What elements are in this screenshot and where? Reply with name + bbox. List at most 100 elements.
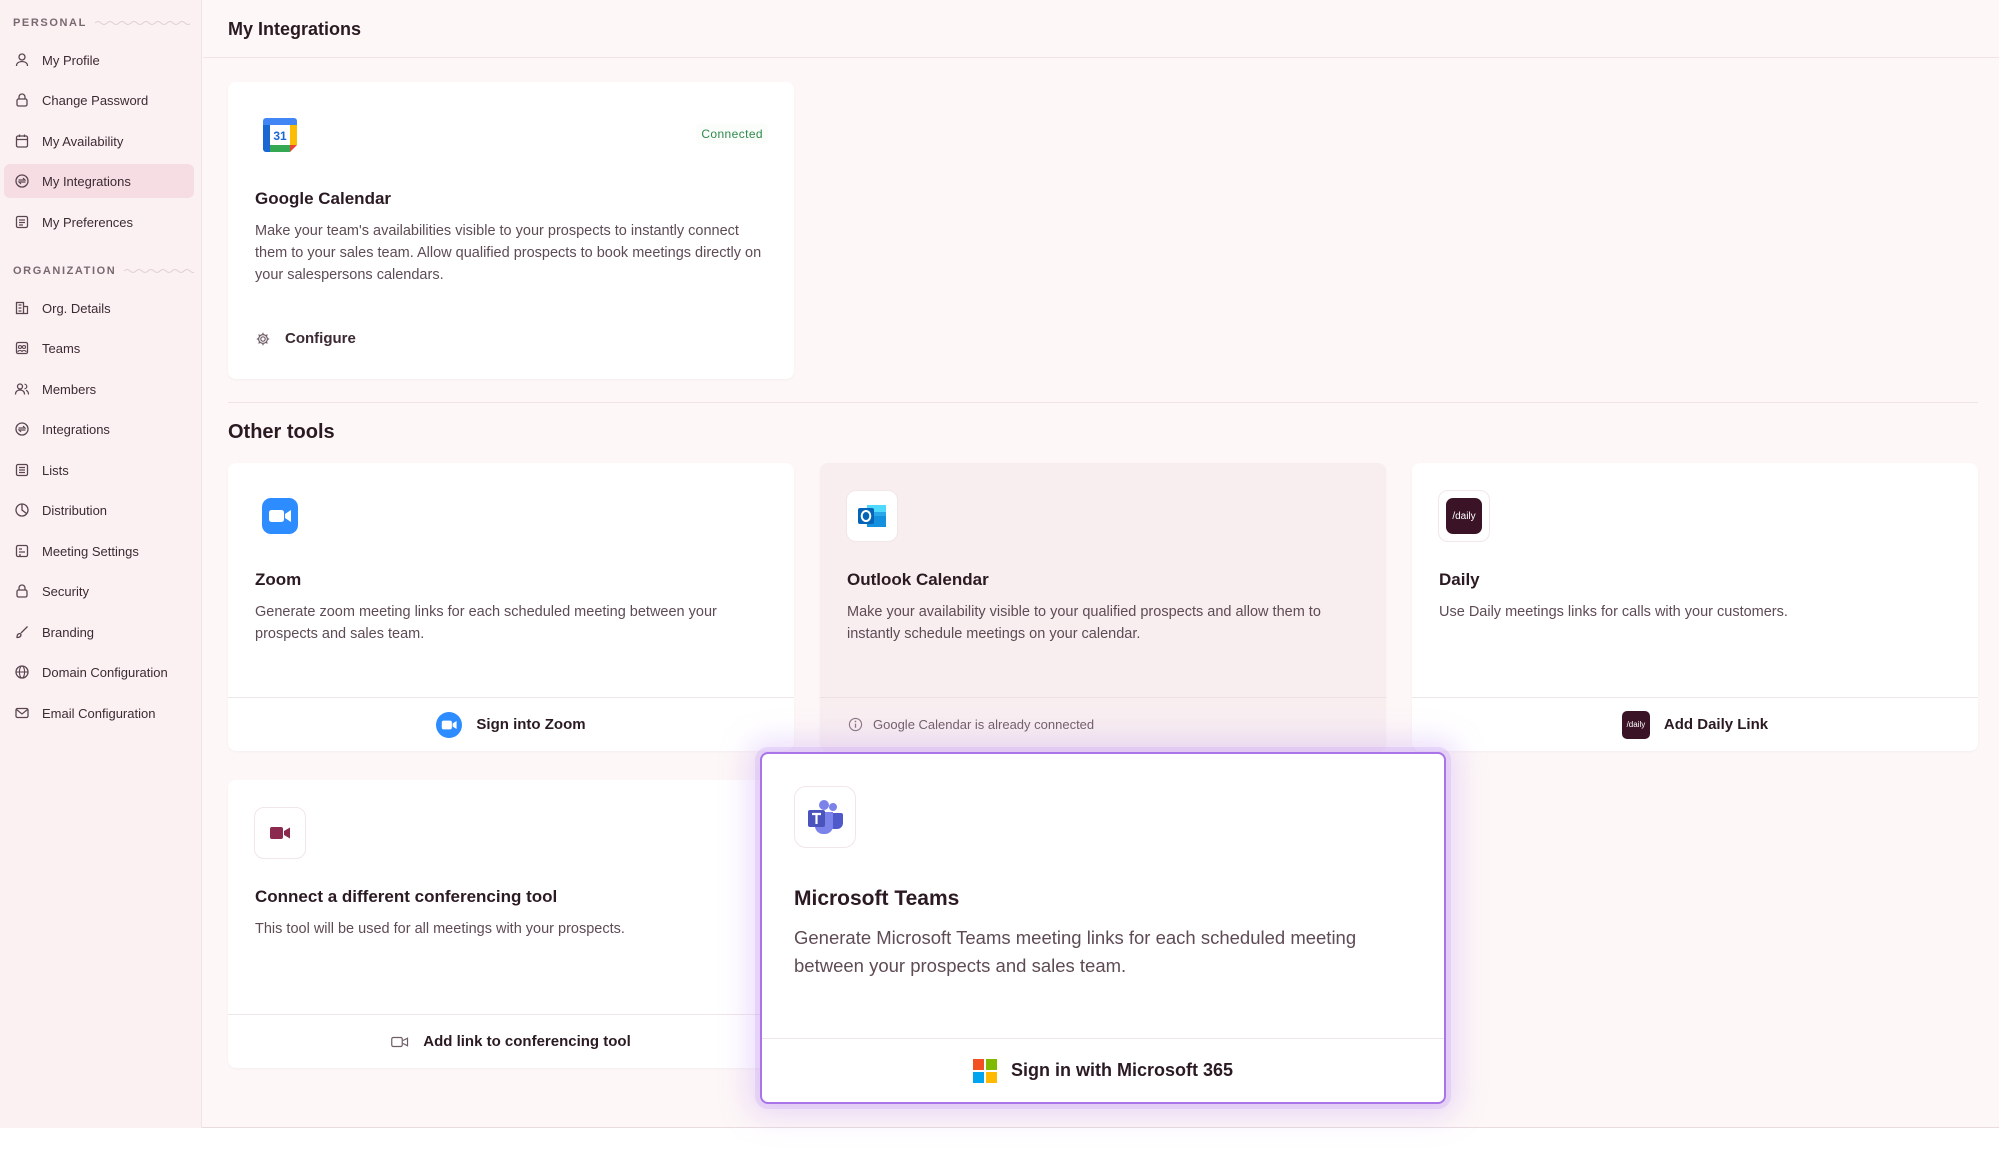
- daily-icon: /daily: [1438, 490, 1490, 542]
- card-title: Outlook Calendar: [847, 570, 989, 589]
- sidebar-item-my-integrations[interactable]: My Integrations: [4, 164, 194, 198]
- sidebar-item-change-password[interactable]: Change Password: [4, 83, 194, 117]
- video-camera-icon: [391, 1036, 409, 1047]
- organization-label: ORGANIZATION: [13, 265, 117, 277]
- card-title: Google Calendar: [255, 189, 392, 208]
- microsoft-teams-card: Microsoft Teams Generate Microsoft Teams…: [760, 752, 1446, 1104]
- page-header: My Integrations: [203, 0, 1999, 58]
- svg-text:31: 31: [273, 129, 287, 143]
- integrations-icon: [15, 174, 29, 188]
- members-icon: [14, 383, 30, 395]
- building-icon: [15, 301, 29, 315]
- video-camera-icon: [254, 807, 306, 859]
- sidebar-item-label: Lists: [42, 462, 69, 478]
- sidebar-item-my-availability[interactable]: My Availability: [4, 124, 194, 158]
- sidebar-item-security[interactable]: Security: [4, 574, 194, 608]
- gear-icon: [256, 332, 270, 345]
- sidebar-item-integrations[interactable]: Integrations: [4, 412, 194, 446]
- settings-icon: [15, 544, 29, 558]
- integrations-icon: [15, 422, 29, 436]
- sidebar-item-label: Org. Details: [42, 300, 111, 316]
- daily-card: /daily Daily Use Daily meetings links fo…: [1412, 463, 1978, 751]
- sidebar-item-email-configuration[interactable]: Email Configuration: [4, 696, 194, 730]
- microsoft-teams-icon: [794, 786, 856, 848]
- sidebar-item-label: Security: [42, 583, 89, 599]
- sidebar-item-my-profile[interactable]: My Profile: [4, 43, 194, 77]
- configure-button[interactable]: Configure: [255, 330, 356, 347]
- sign-in-microsoft-365-label: Sign in with Microsoft 365: [1010, 1060, 1234, 1080]
- brush-icon: [16, 626, 28, 639]
- outlook-calendar-card: Outlook Calendar Make your availability …: [820, 463, 1386, 751]
- sidebar-item-label: My Availability: [42, 133, 124, 149]
- teams-icon: [15, 341, 29, 355]
- user-icon: [15, 53, 29, 67]
- add-conferencing-link-label: Add link to conferencing tool: [423, 1033, 631, 1050]
- calendar-icon: [15, 134, 29, 148]
- add-daily-link-button[interactable]: /daily Add Daily Link: [1412, 697, 1978, 751]
- sign-into-zoom-label: Sign into Zoom: [476, 716, 586, 733]
- sidebar-item-label: My Preferences: [42, 214, 134, 230]
- card-title: Microsoft Teams: [794, 887, 960, 910]
- sidebar-item-label: Teams: [42, 340, 81, 356]
- sidebar-item-label: Change Password: [42, 92, 149, 108]
- section-label-organization: ORGANIZATION: [13, 265, 195, 277]
- lock-icon: [16, 584, 28, 598]
- section-divider: [228, 402, 1978, 403]
- card-description: Generate zoom meeting links for each sch…: [255, 604, 717, 642]
- list-icon: [15, 463, 29, 477]
- connected-badge: Connected: [696, 124, 768, 144]
- card-description: Make your availability visible to your q…: [847, 604, 1321, 642]
- page-title: My Integrations: [228, 19, 362, 39]
- sidebar-item-members[interactable]: Members: [4, 372, 194, 406]
- card-title: Connect a different conferencing tool: [255, 887, 558, 906]
- sign-into-zoom-button[interactable]: Sign into Zoom: [228, 697, 794, 751]
- card-description: Use Daily meetings links for calls with …: [1439, 604, 1788, 620]
- sign-in-microsoft-365-button[interactable]: Sign in with Microsoft 365: [762, 1038, 1444, 1102]
- mail-icon: [15, 707, 29, 719]
- sidebar-item-label: Distribution: [42, 502, 108, 518]
- sidebar: PERSONAL My Profile Change Password My A…: [0, 0, 202, 1128]
- card-description: Make your team's availabilities visible …: [255, 223, 762, 283]
- section-label-personal: PERSONAL: [13, 17, 190, 29]
- microsoft-logo-icon: [972, 1058, 997, 1083]
- globe-icon: [15, 665, 29, 679]
- daily-icon: /daily: [1621, 710, 1650, 739]
- lock-icon: [16, 93, 28, 107]
- sidebar-item-label: Branding: [42, 624, 95, 640]
- wave-decoration-icon: [94, 21, 190, 25]
- sidebar-item-teams[interactable]: Teams: [4, 331, 194, 365]
- other-tools-title: Other tools: [228, 421, 335, 443]
- configure-label: Configure: [285, 330, 356, 347]
- sidebar-item-label: My Profile: [42, 52, 100, 68]
- sidebar-item-domain-configuration[interactable]: Domain Configuration: [4, 655, 194, 689]
- outlook-icon: [846, 490, 898, 542]
- sidebar-item-distribution[interactable]: Distribution: [4, 493, 194, 527]
- google-calendar-card: 31 Connected Google Calendar Make your t…: [228, 82, 794, 379]
- add-daily-link-label: Add Daily Link: [1663, 716, 1769, 733]
- sidebar-item-my-preferences[interactable]: My Preferences: [4, 205, 194, 239]
- zoom-icon: [436, 711, 463, 738]
- zoom-icon: [254, 490, 306, 542]
- sidebar-item-org-details[interactable]: Org. Details: [4, 291, 194, 325]
- sidebar-item-lists[interactable]: Lists: [4, 453, 194, 487]
- card-title: Daily: [1439, 570, 1480, 589]
- add-conferencing-link-button[interactable]: Add link to conferencing tool: [228, 1014, 794, 1068]
- pie-icon: [15, 503, 29, 517]
- card-title: Zoom: [255, 570, 302, 589]
- sidebar-item-branding[interactable]: Branding: [4, 615, 194, 649]
- daily-logo: /daily: [1446, 498, 1482, 534]
- personal-label: PERSONAL: [13, 17, 87, 29]
- zoom-card: Zoom Generate zoom meeting links for eac…: [228, 463, 794, 751]
- card-description: This tool will be used for all meetings …: [255, 921, 625, 937]
- conferencing-tool-card: Connect a different conferencing tool Th…: [228, 780, 794, 1068]
- info-icon: [848, 717, 863, 732]
- sidebar-item-label: My Integrations: [42, 173, 131, 189]
- sidebar-item-label: Integrations: [42, 421, 110, 437]
- sidebar-item-meeting-settings[interactable]: Meeting Settings: [4, 534, 194, 568]
- card-description: Generate Microsoft Teams meeting links f…: [794, 927, 1357, 976]
- sidebar-item-label: Meeting Settings: [42, 543, 139, 559]
- app-window: PERSONAL My Profile Change Password My A…: [0, 0, 1999, 1128]
- outlook-note-text: Google Calendar is already connected: [873, 717, 1095, 732]
- wave-decoration-icon: [124, 269, 195, 273]
- sidebar-item-label: Members: [42, 381, 97, 397]
